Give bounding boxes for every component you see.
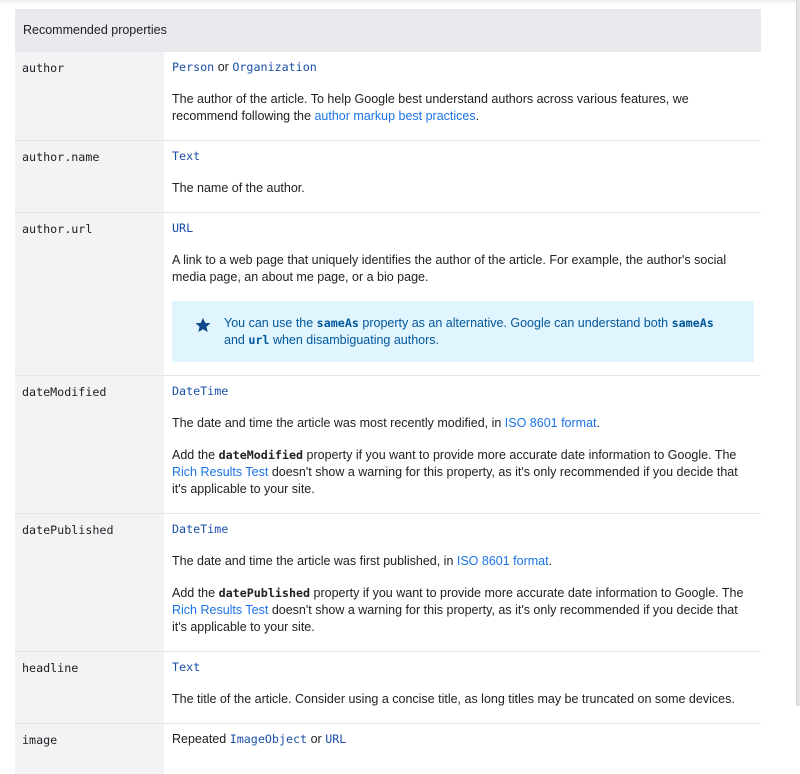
property-description: DateTime The date and time the article w… bbox=[164, 375, 761, 514]
description-text: A link to a web page that uniquely ident… bbox=[172, 253, 727, 284]
type-link-datetime[interactable]: DateTime bbox=[172, 384, 228, 398]
code-datemodified: dateModified bbox=[218, 448, 304, 462]
callout-text: You can use the bbox=[224, 316, 317, 330]
property-name: author bbox=[15, 51, 164, 141]
description-part: Add the bbox=[172, 586, 219, 600]
type-line: DateTime bbox=[172, 521, 754, 538]
type-separator: or bbox=[217, 60, 229, 74]
property-description: DateTime The date and time the article w… bbox=[164, 513, 761, 652]
property-description: Person or Organization The author of the… bbox=[164, 51, 761, 141]
description-part: Add the bbox=[172, 448, 219, 462]
top-shadow bbox=[0, 0, 796, 4]
iso-8601-link[interactable]: ISO 8601 format bbox=[505, 416, 597, 430]
description-suffix: . bbox=[548, 554, 553, 568]
property-description: Text The title of the article. Consider … bbox=[164, 651, 761, 724]
description-prefix: The date and time the article was first … bbox=[172, 554, 457, 568]
property-name: image bbox=[15, 723, 164, 774]
table-row-headline: headline Text The title of the article. … bbox=[15, 651, 761, 724]
type-link-organization[interactable]: Organization bbox=[232, 60, 316, 74]
description-text: Add the datePublished property if you wa… bbox=[172, 585, 754, 636]
property-description: URL A link to a web page that uniquely i… bbox=[164, 212, 761, 376]
description-text: The date and time the article was first … bbox=[172, 553, 754, 570]
property-description: Text The name of the author. bbox=[164, 140, 761, 213]
description-text: The title of the article. Consider using… bbox=[172, 692, 735, 706]
property-name: headline bbox=[15, 651, 164, 724]
iso-8601-link[interactable]: ISO 8601 format bbox=[457, 554, 549, 568]
property-name: dateModified bbox=[15, 375, 164, 514]
description-text: The date and time the article was most r… bbox=[172, 415, 754, 432]
type-link-url[interactable]: URL bbox=[172, 221, 193, 235]
property-description: Repeated ImageObject or URL bbox=[164, 723, 761, 774]
description-suffix: . bbox=[475, 109, 480, 123]
table-header: Recommended properties bbox=[15, 9, 761, 52]
type-separator: or bbox=[310, 732, 322, 746]
rich-results-test-link[interactable]: Rich Results Test bbox=[172, 465, 268, 479]
description-text: Add the dateModified property if you wan… bbox=[172, 447, 754, 498]
description-prefix: The date and time the article was most r… bbox=[172, 416, 505, 430]
property-name: author.name bbox=[15, 140, 164, 213]
type-link-text[interactable]: Text bbox=[172, 660, 200, 674]
type-link-imageobject[interactable]: ImageObject bbox=[230, 732, 307, 746]
description-part: property if you want to provide more acc… bbox=[303, 448, 737, 462]
type-link-datetime[interactable]: DateTime bbox=[172, 522, 228, 536]
author-markup-best-practices-link[interactable]: author markup best practices bbox=[314, 109, 475, 123]
code-url: url bbox=[248, 333, 270, 347]
code-datepublished: datePublished bbox=[218, 586, 311, 600]
type-link-text[interactable]: Text bbox=[172, 149, 200, 163]
property-name: author.url bbox=[15, 212, 164, 376]
type-link-person[interactable]: Person bbox=[172, 60, 214, 74]
table-row-image: image Repeated ImageObject or URL bbox=[15, 723, 761, 774]
type-prefix: Repeated bbox=[172, 732, 230, 746]
type-line: URL bbox=[172, 220, 754, 237]
callout-text: when disambiguating authors. bbox=[269, 333, 440, 347]
description-suffix: . bbox=[596, 416, 600, 430]
table-header-row: Recommended properties bbox=[15, 9, 761, 52]
description-text: The name of the author. bbox=[172, 181, 305, 195]
description-part: property if you want to provide more acc… bbox=[310, 586, 744, 600]
table-row-author: author Person or Organization The author… bbox=[15, 51, 761, 141]
recommended-properties-table: Recommended properties author Person or … bbox=[15, 9, 761, 774]
type-link-url[interactable]: URL bbox=[325, 732, 346, 746]
table-row-author-name: author.name Text The name of the author. bbox=[15, 140, 761, 213]
code-sameas: sameAs bbox=[671, 316, 714, 330]
rich-results-test-link[interactable]: Rich Results Test bbox=[172, 603, 268, 617]
star-icon bbox=[195, 317, 211, 333]
type-line: DateTime bbox=[172, 383, 754, 400]
type-line: Text bbox=[172, 659, 754, 676]
table-row-datepublished: datePublished DateTime The date and time… bbox=[15, 513, 761, 652]
type-line: Person or Organization bbox=[172, 59, 754, 76]
code-sameas: sameAs bbox=[316, 316, 359, 330]
table-row-author-url: author.url URL A link to a web page that… bbox=[15, 212, 761, 376]
callout-text: property as an alternative. Google can u… bbox=[358, 316, 672, 330]
callout-text: and bbox=[224, 333, 249, 347]
description-text: The author of the article. To help Googl… bbox=[172, 91, 754, 125]
table-row-datemodified: dateModified DateTime The date and time … bbox=[15, 375, 761, 514]
type-line: Text bbox=[172, 148, 754, 165]
scrollbar[interactable] bbox=[796, 0, 800, 706]
note-callout: You can use the sameAs property as an al… bbox=[172, 301, 754, 362]
property-name: datePublished bbox=[15, 513, 164, 652]
type-line: Repeated ImageObject or URL bbox=[172, 731, 754, 748]
